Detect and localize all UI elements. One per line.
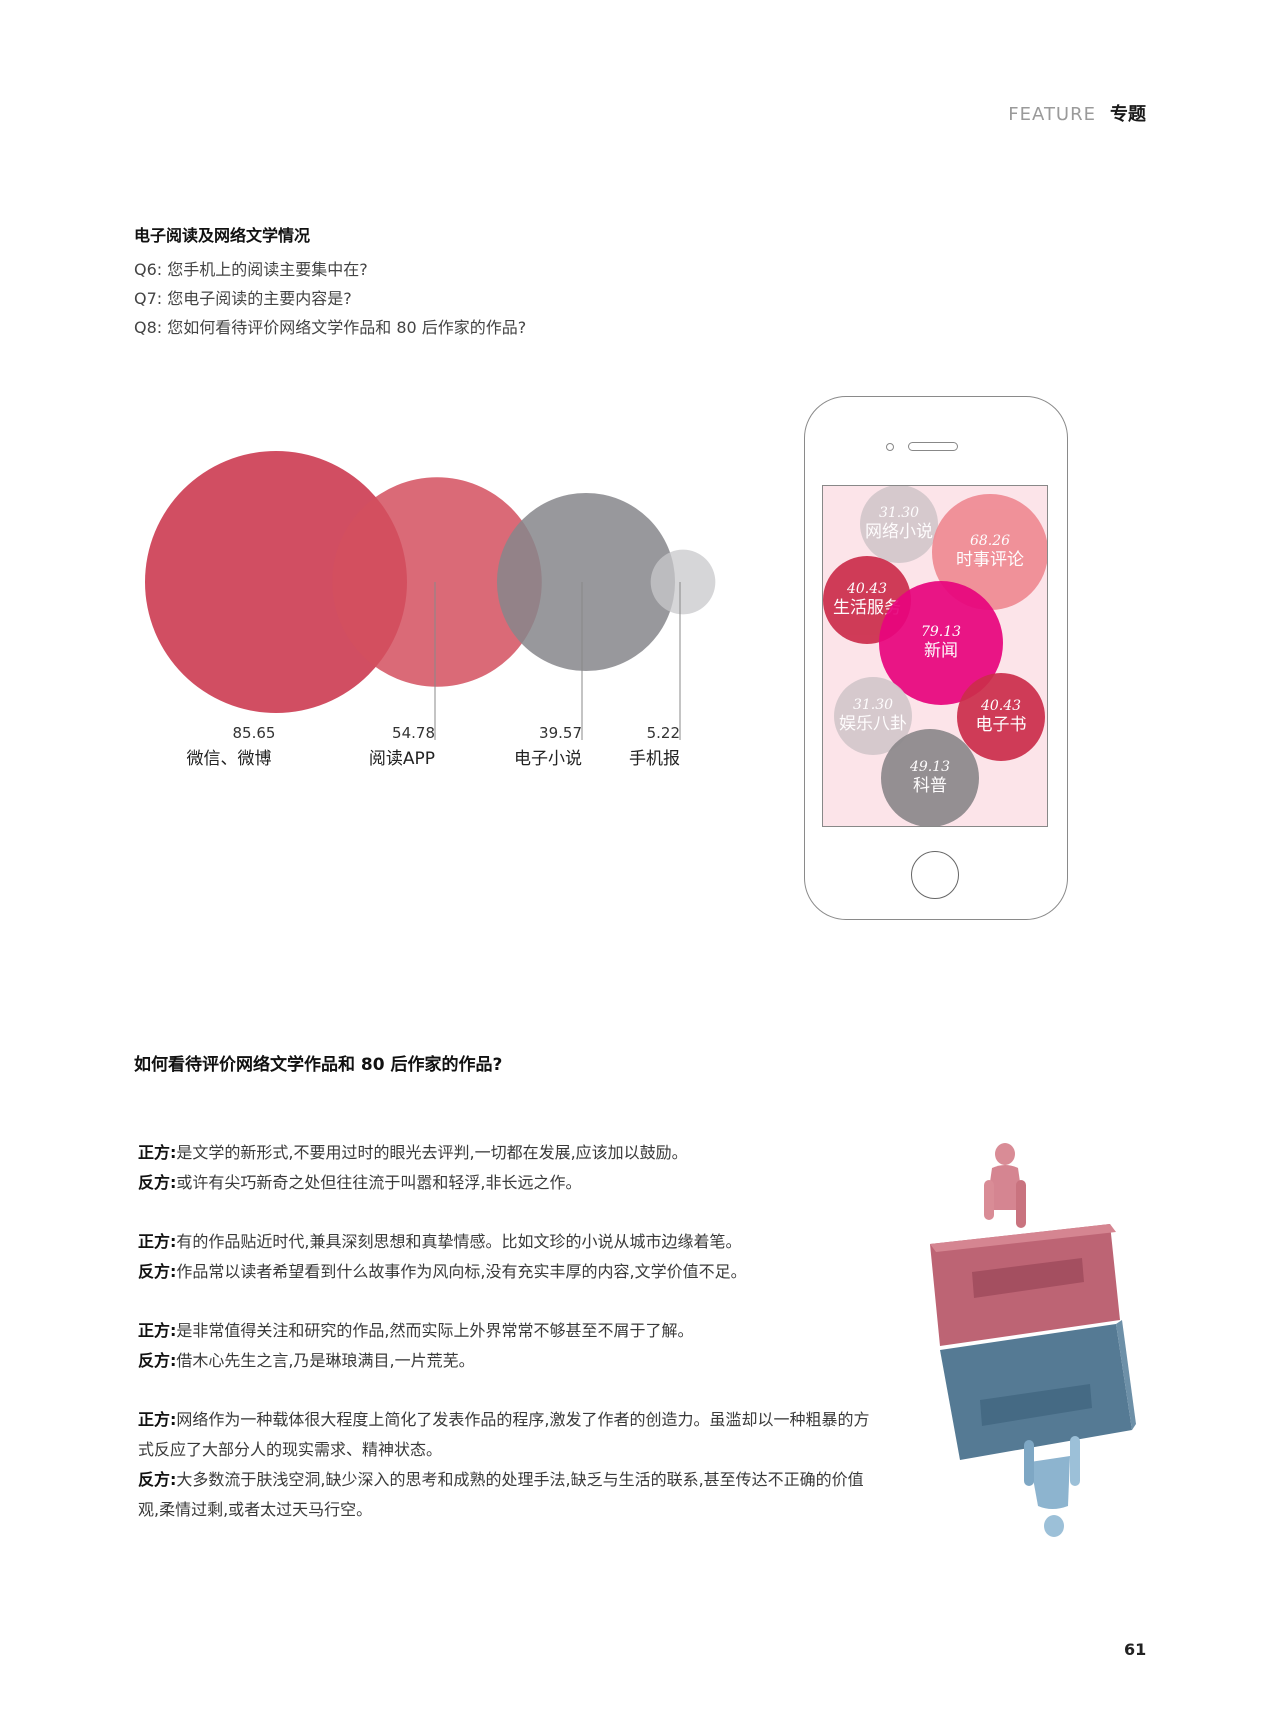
debate-pair: 正方:是非常值得关注和研究的作品,然而实际上外界常常不够甚至不屑于了解。 反方:… [138, 1316, 878, 1376]
con-label: 反方: [138, 1262, 177, 1281]
pro-text: 有的作品贴近时代,兼具深刻思想和真挚情感。比如文珍的小说从城市边缘着笔。 [176, 1232, 742, 1251]
screen-bubble-value: 79.13 [920, 624, 962, 640]
category-label-reading-app: 阅读APP [369, 749, 435, 769]
screen-bubble-label: 娱乐八卦 [838, 713, 907, 734]
screen-bubble-science: 49.13 科普 [881, 729, 979, 826]
pro-text: 是非常值得关注和研究的作品,然而实际上外界常常不够甚至不屑于了解。 [176, 1321, 694, 1340]
con-text: 借木心先生之言,乃是琳琅满目,一片荒芜。 [176, 1351, 475, 1370]
pro-label: 正方: [138, 1410, 177, 1429]
con-text: 作品常以读者希望看到什么故事作为风向标,没有充实丰厚的内容,文学价值不足。 [176, 1262, 747, 1281]
screen-bubble-value: 40.43 [980, 697, 1022, 714]
header-section: 专题 [1110, 104, 1146, 125]
screen-bubble-label: 新闻 [924, 641, 958, 661]
pro-line: 正方:是非常值得关注和研究的作品,然而实际上外界常常不够甚至不屑于了解。 [138, 1316, 878, 1346]
con-label: 反方: [138, 1351, 177, 1370]
pro-label: 正方: [138, 1143, 177, 1162]
value-label-mobile-newspaper: 5.22 [647, 724, 680, 742]
category-label-e-novel: 电子小说 [514, 749, 582, 769]
pro-line: 正方:有的作品贴近时代,兼具深刻思想和真挚情感。比如文珍的小说从城市边缘着笔。 [138, 1227, 878, 1257]
screen-bubble-web-novel: 31.30 网络小说 [860, 486, 938, 563]
screen-bubble-value: 31.30 [852, 696, 894, 713]
con-line: 反方:大多数流于肤浅空洞,缺少深入的思考和成熟的处理手法,缺乏与生活的联系,甚至… [138, 1465, 878, 1525]
screen-bubble-value: 68.26 [969, 532, 1011, 549]
debate-pair: 正方:网络作为一种载体很大程度上简化了发表作品的程序,激发了作者的创造力。虽滥却… [138, 1405, 878, 1525]
header-feature: FEATURE [1008, 104, 1096, 125]
pink-figure-icon [984, 1143, 1026, 1228]
screen-bubble-value: 49.13 [909, 758, 951, 775]
phone-illustration: 31.30 网络小说 68.26 时事评论 40.43 生活服务 79.13 新闻 31.30 娱… [804, 396, 1068, 920]
bubble-e-novel [496, 492, 676, 672]
category-label-mobile-newspaper: 手机报 [629, 749, 680, 769]
pro-line: 正方:网络作为一种载体很大程度上简化了发表作品的程序,激发了作者的创造力。虽滥却… [138, 1405, 878, 1465]
con-text: 或许有尖巧新奇之处但往往流于叫嚣和轻浮,非长远之作。 [176, 1173, 582, 1192]
phone-home-button [911, 851, 959, 899]
con-line: 反方:作品常以读者希望看到什么故事作为风向标,没有充实丰厚的内容,文学价值不足。 [138, 1257, 878, 1287]
con-line: 反方:借木心先生之言,乃是琳琅满目,一片荒芜。 [138, 1346, 878, 1376]
value-label-reading-app: 54.78 [392, 724, 435, 742]
debate-pair: 正方:是文学的新形式,不要用过时的眼光去评判,一切都在发展,应该加以鼓励。 反方… [138, 1138, 878, 1198]
con-label: 反方: [138, 1173, 177, 1192]
bubble-mobile-newspaper [650, 549, 716, 615]
screen-bubble-ebook: 40.43 电子书 [956, 672, 1046, 762]
con-label: 反方: [138, 1470, 177, 1489]
debate-pair: 正方:有的作品贴近时代,兼具深刻思想和真挚情感。比如文珍的小说从城市边缘着笔。 … [138, 1227, 878, 1287]
stacked-figures-illustration [930, 1143, 1136, 1537]
pro-label: 正方: [138, 1321, 177, 1340]
screen-bubble-label: 网络小说 [864, 522, 933, 542]
value-label-weixin-weibo: 85.65 [233, 724, 276, 742]
screen-bubble-label: 时事评论 [955, 549, 1024, 570]
phone-speaker [908, 442, 958, 451]
screen-bubble-value: 40.43 [846, 580, 888, 597]
phone-camera [886, 443, 894, 451]
page-number: 61 [1124, 1640, 1147, 1659]
screen-bubble-label: 电子书 [975, 714, 1027, 735]
phone-screen-bubble-chart: 31.30 网络小说 68.26 时事评论 40.43 生活服务 79.13 新闻 31.30 娱… [822, 485, 1048, 827]
pro-label: 正方: [138, 1232, 177, 1251]
screen-bubble-label: 科普 [912, 775, 947, 796]
con-text: 大多数流于肤浅空洞,缺少深入的思考和成熟的处理手法,缺乏与生活的联系,甚至传达不… [138, 1470, 864, 1519]
phone-reading-bubble-chart: 85.65 微信、微博 54.78 阅读APP 39.57 电子小说 5.22 手机报 [145, 451, 716, 769]
category-label-weixin-weibo: 微信、微博 [187, 749, 272, 769]
page-header: FEATURE 专题 [1008, 100, 1146, 126]
debate-block: 正方:是文学的新形式,不要用过时的眼光去评判,一切都在发展,应该加以鼓励。 反方… [138, 1138, 878, 1554]
pro-text: 网络作为一种载体很大程度上简化了发表作品的程序,激发了作者的创造力。虽滥却以一种… [138, 1410, 870, 1459]
pro-text: 是文学的新形式,不要用过时的眼光去评判,一切都在发展,应该加以鼓励。 [176, 1143, 688, 1162]
value-label-e-novel: 39.57 [539, 724, 582, 742]
pro-line: 正方:是文学的新形式,不要用过时的眼光去评判,一切都在发展,应该加以鼓励。 [138, 1138, 878, 1168]
section2-title: 如何看待评价网络文学作品和 80 后作家的作品? [134, 1055, 503, 1075]
con-line: 反方:或许有尖巧新奇之处但往往流于叫嚣和轻浮,非长远之作。 [138, 1168, 878, 1198]
blue-figure-icon [1024, 1436, 1080, 1537]
screen-bubble-value: 31.30 [878, 505, 920, 521]
